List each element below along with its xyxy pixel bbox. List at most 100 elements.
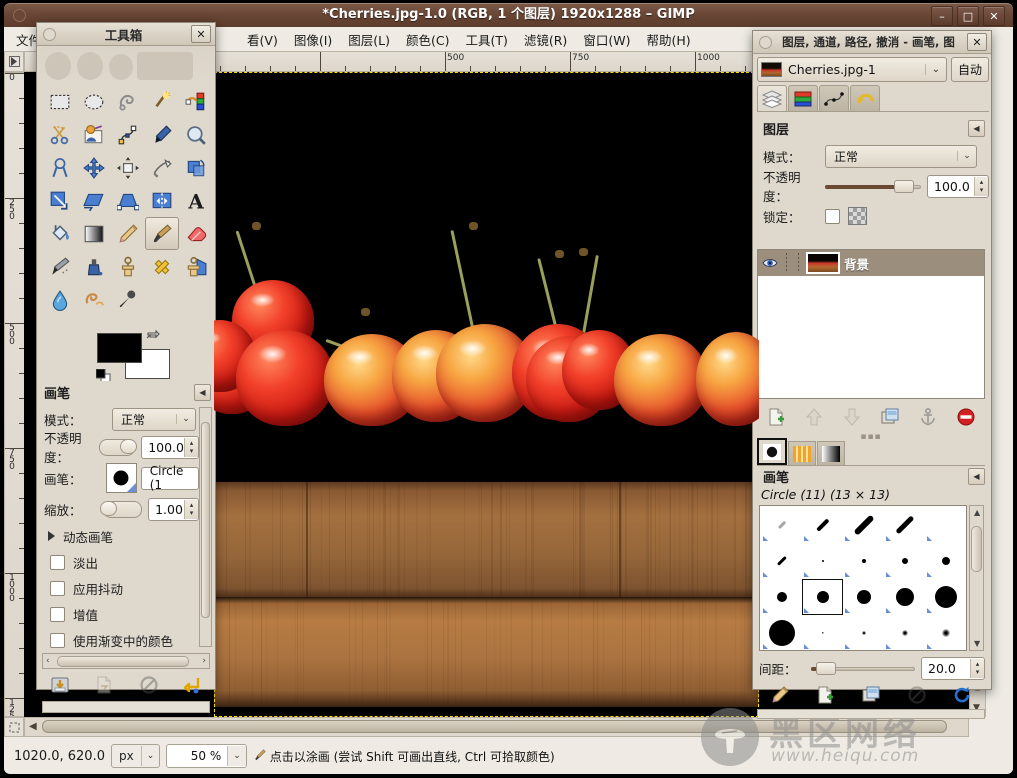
scroll-down-icon[interactable]: ▼: [974, 639, 980, 648]
menu-filters[interactable]: 滤镜(R): [516, 28, 575, 51]
right-dock-menu-icon[interactable]: [759, 36, 772, 49]
fade-out-checkbox[interactable]: [50, 555, 65, 570]
dock-separator-grip[interactable]: ▪▪▪: [757, 433, 985, 441]
raise-layer-button[interactable]: [804, 407, 824, 430]
ruler-origin-button[interactable]: [4, 51, 24, 72]
spacing-spinbox[interactable]: 20.0 ▴▾: [921, 657, 985, 680]
layer-link-column[interactable]: [782, 253, 790, 273]
layer-list[interactable]: 背景: [757, 249, 985, 399]
paintbrush-tool[interactable]: [145, 217, 179, 250]
menu-layer[interactable]: 图层(L): [340, 28, 398, 51]
menu-image[interactable]: 图像(I): [286, 28, 340, 51]
text-tool[interactable]: A: [179, 184, 213, 217]
move-tool[interactable]: [77, 151, 111, 184]
brush-dynamics-expander[interactable]: 动态画笔: [38, 523, 199, 549]
free-select-tool[interactable]: [111, 85, 145, 118]
brush-grid-scrollbar[interactable]: ▲ ▼: [969, 505, 984, 651]
fuzzy-select-tool[interactable]: [145, 85, 179, 118]
scale-slider[interactable]: [103, 501, 142, 518]
unit-selector[interactable]: px ⌄: [111, 744, 160, 768]
brush-cell[interactable]: [802, 507, 843, 543]
incremental-row[interactable]: 增值: [38, 601, 199, 627]
layer-visibility-icon[interactable]: [762, 256, 778, 270]
clone-tool[interactable]: [111, 250, 145, 283]
brush-cell[interactable]: [843, 615, 884, 651]
brush-grid[interactable]: [759, 505, 967, 651]
foreground-select-tool[interactable]: [77, 118, 111, 151]
menu-colors[interactable]: 颜色(C): [398, 28, 457, 51]
brush-cell[interactable]: [802, 579, 843, 615]
incremental-checkbox[interactable]: [50, 607, 65, 622]
right-dock-close-button[interactable]: ✕: [967, 33, 987, 51]
menu-tools[interactable]: 工具(T): [457, 28, 515, 51]
tab-undo-history[interactable]: [850, 85, 880, 111]
brush-cell[interactable]: [884, 543, 925, 579]
image-selector-dropdown[interactable]: Cherries.jpg-1 ⌄: [757, 57, 947, 82]
layer-mode-dropdown[interactable]: 正常 ⌄: [825, 145, 977, 168]
swap-colors-icon[interactable]: [146, 329, 160, 343]
scale-value[interactable]: 1.00: [149, 502, 184, 517]
lock-alpha-checkbox[interactable]: [825, 209, 840, 224]
brush-cell[interactable]: [761, 507, 802, 543]
color-area[interactable]: [97, 333, 187, 385]
brush-cell[interactable]: [925, 615, 966, 651]
perspective-clone-tool[interactable]: [179, 250, 213, 283]
menu-windows[interactable]: 窗口(W): [575, 28, 638, 51]
chevron-down-icon[interactable]: ⌄: [227, 746, 246, 766]
bucket-fill-tool[interactable]: [43, 217, 77, 250]
dodge-burn-tool[interactable]: [111, 283, 145, 316]
toolbox-panel[interactable]: 工具箱 ✕ A 画笔 ◀: [36, 22, 216, 690]
heal-tool[interactable]: [145, 250, 179, 283]
brushes-collapse-button[interactable]: ◀: [968, 468, 985, 485]
chevron-down-icon[interactable]: ⌄: [142, 751, 160, 761]
tab-layers[interactable]: [757, 85, 787, 111]
blur-sharpen-tool[interactable]: [43, 283, 77, 316]
alignment-tool[interactable]: [111, 151, 145, 184]
scroll-left-icon[interactable]: ‹: [46, 656, 50, 666]
delete-brush-button[interactable]: [907, 685, 927, 708]
flip-tool[interactable]: [145, 184, 179, 217]
reset-tool-options-button[interactable]: [183, 675, 203, 698]
scissors-select-tool[interactable]: [43, 118, 77, 151]
tool-grid[interactable]: A: [43, 85, 213, 316]
table-row[interactable]: 背景: [758, 250, 984, 276]
minimize-button[interactable]: –: [931, 6, 953, 26]
transparency-lock-icon[interactable]: [848, 207, 867, 225]
gradient-tool[interactable]: [77, 217, 111, 250]
use-gradient-color-row[interactable]: 使用渐变中的颜色: [38, 627, 199, 651]
scroll-right-icon[interactable]: ›: [202, 656, 206, 666]
layer-opacity-spinbox[interactable]: 100.0 ▴▾: [927, 175, 989, 198]
perspective-tool[interactable]: [111, 184, 145, 217]
brush-cell[interactable]: [802, 615, 843, 651]
chevron-down-icon[interactable]: ⌄: [957, 151, 976, 161]
chevron-down-icon[interactable]: ⌄: [176, 414, 195, 424]
tool-options-collapse-button[interactable]: ◀: [194, 384, 211, 401]
right-dock-titlebar[interactable]: 图层, 通道, 路径, 撤消 - 画笔, 图 ✕: [753, 31, 991, 54]
brush-cell[interactable]: [925, 507, 966, 543]
opacity-value[interactable]: 100.0: [142, 440, 184, 455]
new-layer-button[interactable]: [766, 407, 786, 430]
opacity-spinbox[interactable]: 100.0 ▴▾: [141, 436, 199, 459]
spinner-arrows-icon[interactable]: ▴▾: [974, 177, 988, 196]
scroll-up-icon[interactable]: ▲: [974, 508, 980, 517]
delete-tool-options-button[interactable]: [139, 675, 159, 698]
smudge-tool[interactable]: [77, 283, 111, 316]
brush-cell[interactable]: [761, 615, 802, 651]
opacity-slider[interactable]: [99, 439, 135, 456]
duplicate-brush-button[interactable]: [861, 685, 881, 708]
tool-options-horizontal-scrollbar[interactable]: ‹ ›: [42, 653, 210, 669]
spacing-slider[interactable]: [811, 662, 915, 675]
brush-cell[interactable]: [802, 543, 843, 579]
anchor-layer-button[interactable]: [918, 407, 938, 430]
zoom-selector[interactable]: 50 % ⌄: [166, 744, 247, 768]
canvas-horizontal-scrollbar[interactable]: ◀: [24, 717, 969, 737]
new-brush-button[interactable]: [815, 685, 835, 708]
brush-preview-button[interactable]: [106, 463, 137, 493]
brush-cell[interactable]: [884, 615, 925, 651]
maximize-button[interactable]: □: [957, 6, 979, 26]
shear-tool[interactable]: [77, 184, 111, 217]
spinner-arrows-icon[interactable]: ▴▾: [970, 659, 984, 678]
lower-layer-button[interactable]: [842, 407, 862, 430]
pencil-tool[interactable]: [111, 217, 145, 250]
navigation-preview-button[interactable]: [4, 717, 24, 737]
